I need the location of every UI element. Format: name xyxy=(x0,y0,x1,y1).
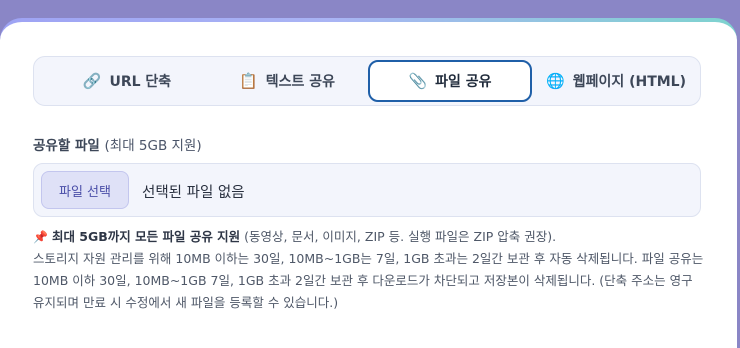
tab-webpage-html[interactable]: 🌐 웹페이지 (HTML) xyxy=(534,60,698,102)
tab-url-shorten[interactable]: 🔗 URL 단축 xyxy=(46,60,208,102)
selected-file-name: 선택된 파일 없음 xyxy=(142,185,245,201)
file-field-label: 공유할 파일 (최대 5GB 지원) xyxy=(33,134,202,154)
notes-highlight: 최대 5GB까지 모든 파일 공유 지원 xyxy=(51,229,241,244)
tab-label: 텍스트 공유 xyxy=(265,74,335,90)
paperclip-icon: 📎 xyxy=(408,71,428,90)
file-share-notes: 📌 최대 5GB까지 모든 파일 공유 지원 (동영상, 문서, 이미지, ZI… xyxy=(33,226,705,314)
tab-label: URL 단축 xyxy=(109,74,172,90)
choose-file-button[interactable]: 파일 선택 xyxy=(41,171,129,209)
tab-file-share[interactable]: 📎 파일 공유 xyxy=(368,60,532,102)
tab-label: 웹페이지 (HTML) xyxy=(572,74,686,90)
notes-retention-text: 스토리지 자원 관리를 위해 10MB 이하는 30일, 10MB~1GB는 7… xyxy=(33,251,704,310)
file-field-title: 공유할 파일 xyxy=(33,138,100,154)
tab-bar: 🔗 URL 단축 📋 텍스트 공유 📎 파일 공유 🌐 웹페이지 (HTML) xyxy=(33,56,701,106)
share-card: 🔗 URL 단축 📋 텍스트 공유 📎 파일 공유 🌐 웹페이지 (HTML) … xyxy=(0,18,737,348)
notes-line-1: 📌 최대 5GB까지 모든 파일 공유 지원 (동영상, 문서, 이미지, ZI… xyxy=(33,226,705,248)
file-input[interactable]: 파일 선택 선택된 파일 없음 xyxy=(33,163,701,217)
globe-icon: 🌐 xyxy=(546,71,565,90)
tab-label: 파일 공유 xyxy=(435,74,492,90)
file-field-limit: (최대 5GB 지원) xyxy=(104,138,202,154)
link-icon: 🔗 xyxy=(82,71,102,90)
tab-text-share[interactable]: 📋 텍스트 공유 xyxy=(206,60,368,102)
notes-line1-rest: (동영상, 문서, 이미지, ZIP 등. 실행 파일은 ZIP 압축 권장). xyxy=(240,229,557,244)
pin-icon: 📌 xyxy=(33,230,48,244)
clipboard-icon: 📋 xyxy=(239,71,258,90)
